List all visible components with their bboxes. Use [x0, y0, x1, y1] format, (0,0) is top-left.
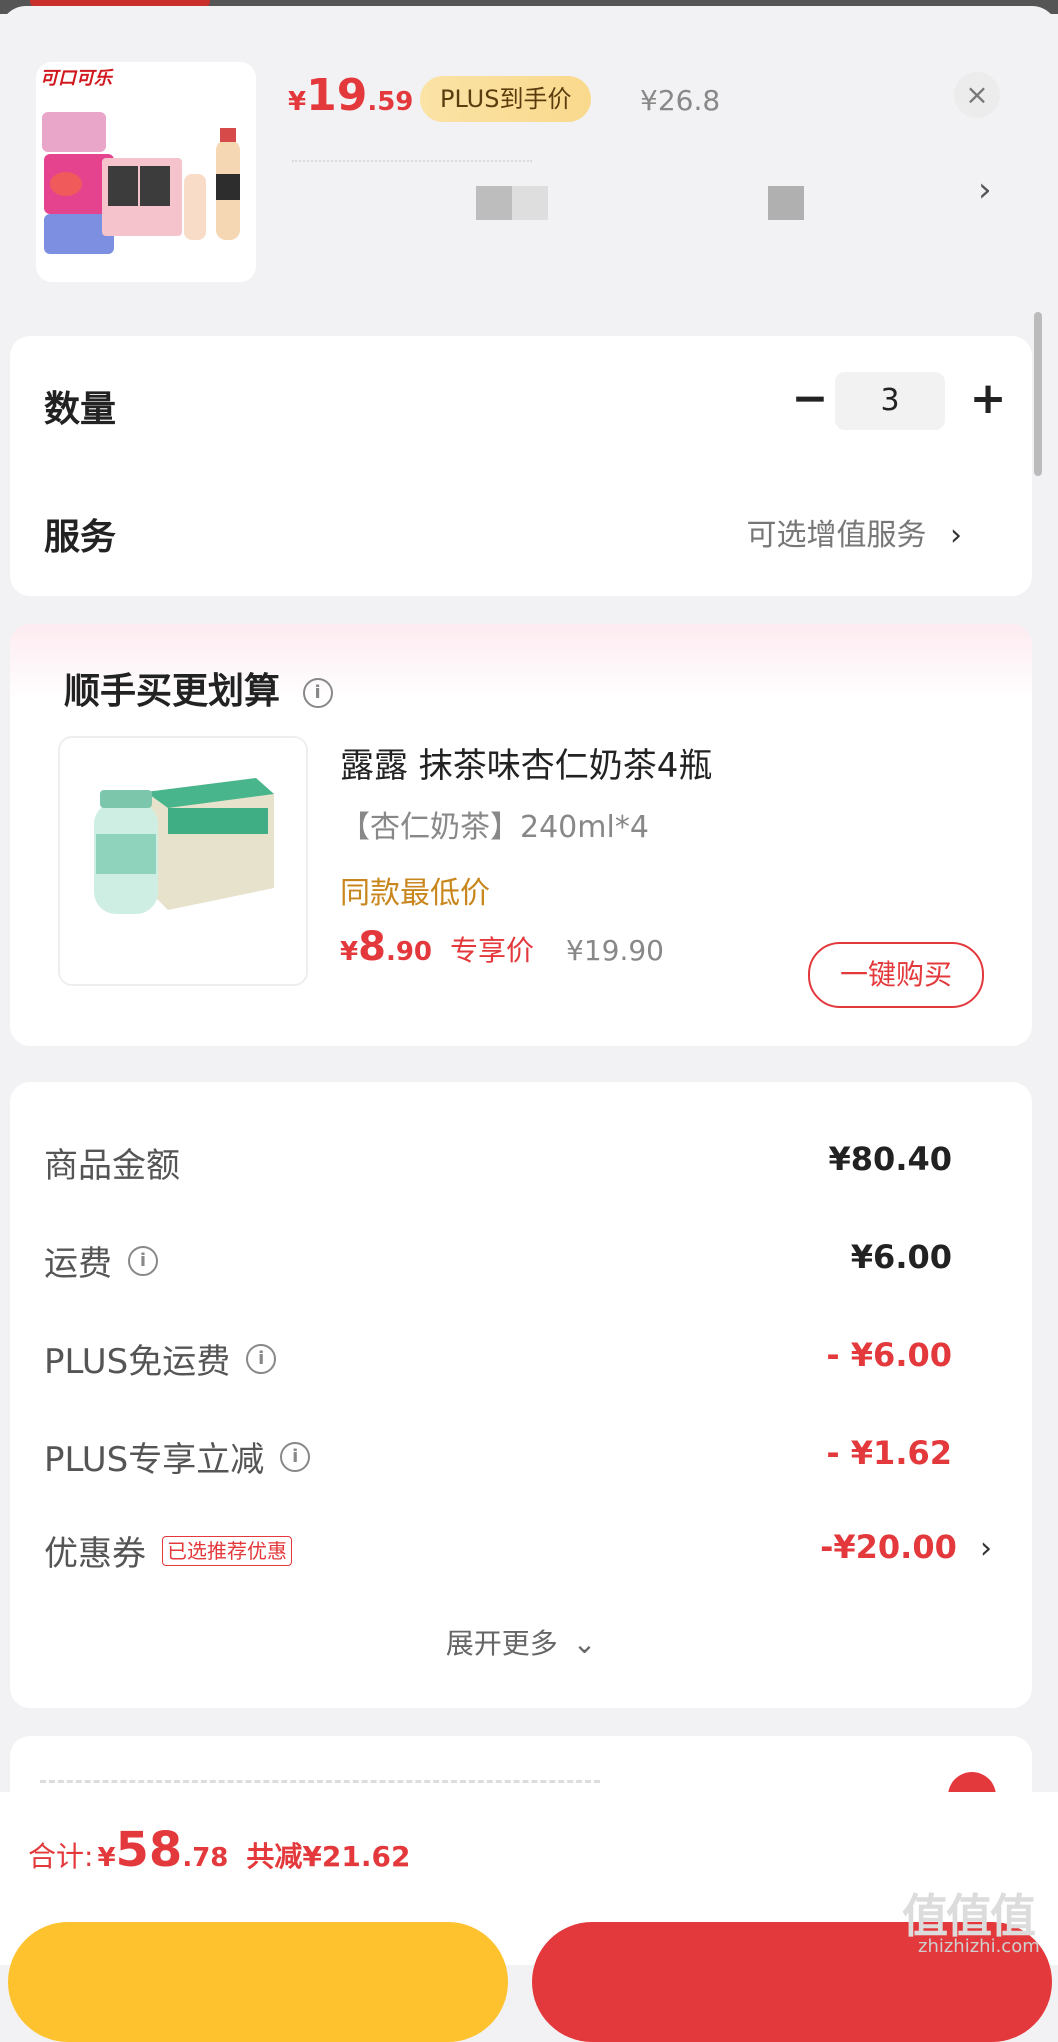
redacted-spec-text	[292, 160, 532, 182]
total-symbol: ¥	[97, 1843, 116, 1873]
summary-row-label: 运费 i	[44, 1236, 158, 1285]
one-click-buy-button[interactable]: 一键购买	[808, 942, 984, 1008]
info-icon[interactable]: i	[302, 678, 333, 708]
options-card: 数量 − 3 + 服务 可选增值服务 ›	[10, 336, 1032, 596]
product-thumbnail[interactable]: 可口可乐	[36, 62, 256, 282]
lowest-price-tag: 同款最低价	[340, 876, 490, 911]
coupon-value: -¥20.00	[820, 1528, 957, 1566]
service-label: 服务	[44, 517, 117, 558]
recommend-item-thumbnail[interactable]	[58, 736, 308, 986]
redacted-block	[476, 186, 512, 220]
service-selector[interactable]: 可选增值服务 ›	[746, 510, 962, 554]
quantity-plus-button[interactable]: +	[960, 374, 1016, 430]
brand-logo: 可口可乐	[40, 68, 114, 89]
shipping-label: 运费	[44, 1244, 112, 1284]
redacted-block	[512, 186, 548, 220]
exclusive-price-label: 专享价	[450, 934, 535, 967]
coupon-recommended-tag: 已选推荐优惠	[162, 1535, 292, 1566]
watermark-url: zhizhizhi.com	[918, 1936, 1040, 1957]
quantity-label: 数量	[44, 389, 117, 430]
recommend-item-spec: 【杏仁奶茶】240ml*4	[340, 810, 649, 845]
goods-amount-value: ¥80.40	[828, 1140, 952, 1178]
recommend-item-image	[60, 738, 306, 984]
total-label: 合计:	[28, 1840, 94, 1873]
info-icon[interactable]: i	[246, 1343, 277, 1374]
redacted-block	[768, 186, 804, 220]
price-decimal: .59	[367, 87, 414, 117]
info-icon[interactable]: i	[280, 1441, 311, 1472]
coupon-selector[interactable]: -¥20.00 ›	[820, 1528, 992, 1566]
summary-row-label[interactable]: 优惠券 已选推荐优惠	[44, 1526, 292, 1575]
product-price: ¥ 19 .59	[288, 70, 413, 130]
price-symbol: ¥	[340, 937, 359, 967]
plus-price-tag: PLUS到手价	[420, 76, 592, 122]
plus-discount-label: PLUS专享立减	[44, 1440, 265, 1480]
plus-free-shipping-label: PLUS免运费	[44, 1342, 231, 1382]
chevron-right-icon: ›	[950, 518, 962, 553]
price-integer: 8	[358, 924, 386, 970]
recommend-original-price: ¥19.90	[566, 934, 664, 967]
plus-discount-value: - ¥1.62	[826, 1434, 952, 1472]
price-symbol: ¥	[288, 87, 307, 117]
chevron-right-icon: ›	[980, 1531, 992, 1566]
add-to-cart-button[interactable]	[8, 1922, 508, 2042]
service-value: 可选增值服务	[746, 518, 927, 553]
recommend-title: 顺手买更划算 i	[64, 662, 333, 714]
recommend-title-text: 顺手买更划算	[64, 671, 281, 712]
quantity-minus-button[interactable]: −	[782, 374, 838, 430]
total-price: 合计: ¥ 58 .78 共减¥21.62	[28, 1822, 410, 1878]
chevron-down-icon: ⌄	[572, 1627, 597, 1660]
total-saved: 共减¥21.62	[246, 1840, 411, 1873]
price-decimal: .90	[385, 937, 432, 967]
plus-free-shipping-value: - ¥6.00	[826, 1336, 952, 1374]
expand-more-button[interactable]: 展开更多 ⌄	[10, 1622, 1032, 1662]
original-price: ¥26.8	[640, 84, 721, 117]
shipping-value: ¥6.00	[850, 1238, 952, 1276]
close-icon[interactable]: ×	[954, 72, 1000, 118]
recommend-item-price: ¥ 8 .90 专享价 ¥19.90	[340, 924, 664, 970]
summary-row-label: PLUS免运费 i	[44, 1334, 277, 1383]
summary-row-label: 商品金额	[44, 1138, 180, 1187]
chevron-right-icon: ›	[978, 170, 992, 210]
checkout-bar: 合计: ¥ 58 .78 共减¥21.62	[0, 1792, 1058, 2042]
goods-amount-label: 商品金额	[44, 1146, 180, 1186]
order-confirm-sheet: 可口可乐 ¥ 19 .59 PLUS到手价 ¥26.8 × › 数量 − 3 +…	[0, 6, 1058, 1965]
scrollbar[interactable]	[1034, 312, 1042, 476]
summary-row-label: PLUS专享立减 i	[44, 1432, 311, 1481]
product-image: 可口可乐	[36, 62, 256, 282]
coupon-label: 优惠券	[44, 1534, 146, 1574]
quantity-input[interactable]: 3	[835, 372, 945, 430]
recommend-card: 顺手买更划算 i 露露 抹茶味杏仁奶茶4瓶 【杏仁奶茶】240ml*4 同款最低…	[10, 624, 1032, 1046]
total-decimal: .78	[182, 1843, 229, 1873]
recommend-item-name[interactable]: 露露 抹茶味杏仁奶茶4瓶	[340, 738, 712, 787]
spec-selector[interactable]: ›	[288, 156, 1008, 226]
total-integer: 58	[115, 1822, 183, 1878]
price-integer: 19	[306, 70, 368, 121]
price-summary-card: 商品金额 ¥80.40 运费 i ¥6.00 PLUS免运费 i - ¥6.00…	[10, 1082, 1032, 1708]
expand-more-label: 展开更多	[445, 1627, 558, 1660]
info-icon[interactable]: i	[128, 1245, 158, 1276]
